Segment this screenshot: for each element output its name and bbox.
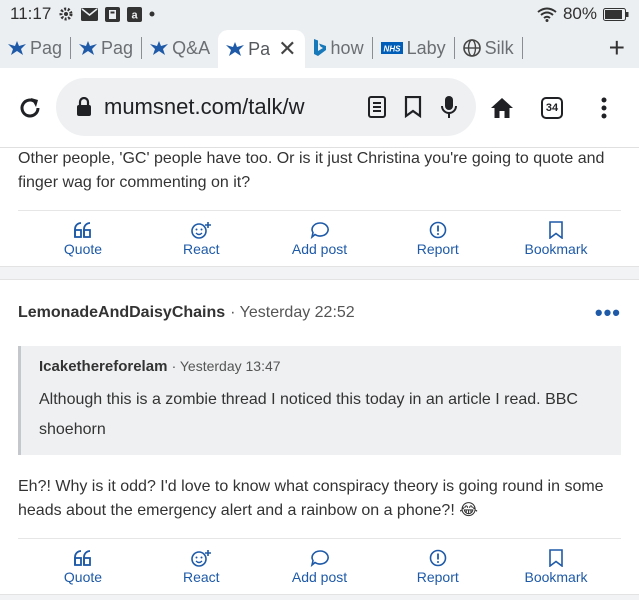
report-button[interactable]: Report	[390, 211, 486, 266]
tab-title: Pag	[30, 37, 63, 58]
app-icon	[105, 6, 121, 22]
post-text: Other people, 'GC' people have too. Or i…	[18, 150, 605, 191]
quote-author: Icakethereforelam	[39, 358, 168, 375]
quote-label: Quote	[63, 241, 103, 257]
tab-switcher-button[interactable]: 34	[530, 86, 574, 130]
mail-icon	[81, 7, 99, 21]
mumsnet-icon	[226, 42, 245, 56]
add-post-label: Add post	[291, 241, 348, 257]
react-label: React	[182, 241, 220, 257]
post-text: Eh?! Why is it odd? I'd love to know wha…	[18, 478, 604, 519]
tab-count: 34	[541, 97, 563, 119]
tab-strip: Pag Pag Q&A Pa ✕ how NHS Laby Silk +	[0, 28, 639, 68]
add-post-label: Add post	[291, 569, 348, 585]
post-author[interactable]: LemonadeAndDaisyChains	[18, 304, 225, 322]
mumsnet-icon	[8, 41, 26, 55]
reader-mode-icon[interactable]	[368, 96, 386, 118]
tab-title: Pag	[101, 37, 134, 58]
add-post-button[interactable]: Add post	[272, 539, 368, 594]
tab-5[interactable]: how	[305, 32, 372, 64]
battery-percent: 80%	[562, 4, 597, 23]
mumsnet-icon	[79, 41, 98, 55]
home-icon[interactable]	[480, 86, 524, 130]
bookmark-button[interactable]: Bookmark	[508, 211, 604, 266]
react-icon	[190, 221, 212, 239]
quote-time: · Yesterday 13:47	[171, 358, 281, 374]
browser-toolbar: mumsnet.com/talk/w 34	[0, 68, 639, 148]
report-label: Report	[416, 241, 459, 257]
amazon-icon: a	[127, 6, 143, 22]
tab-7[interactable]: Silk	[455, 32, 522, 64]
post: LemonadeAndDaisyChains · Yesterday 22:52…	[0, 280, 639, 594]
bookmark-label: Bookmark	[524, 569, 588, 585]
gear-icon	[58, 6, 74, 22]
quote-label: Quote	[63, 569, 103, 585]
react-button[interactable]: React	[153, 211, 249, 266]
tab-title: Silk	[484, 37, 514, 58]
status-bar: 11:17 a 80%	[0, 0, 639, 28]
report-button[interactable]: Report	[390, 539, 486, 594]
post-actions: Quote React Add post Report Bookmark	[18, 210, 621, 266]
quote-button[interactable]: Quote	[35, 211, 131, 266]
new-tab-button[interactable]: +	[595, 32, 639, 64]
quote-button[interactable]: Quote	[35, 539, 131, 594]
quoted-post: Icakethereforelam · Yesterday 13:47 Alth…	[18, 346, 621, 455]
bookmark-button[interactable]: Bookmark	[508, 539, 604, 594]
speech-bubble-icon	[310, 221, 330, 239]
url-text: mumsnet.com/talk/w	[104, 94, 305, 119]
quote-icon	[73, 549, 93, 567]
tab-title: Q&A	[172, 37, 211, 58]
svg-text:NHS: NHS	[383, 45, 401, 54]
tab-6[interactable]: NHS Laby	[373, 32, 454, 64]
tab-title: Pa	[248, 38, 271, 59]
post-actions: Quote React Add post Report Bookmark	[18, 538, 621, 594]
add-post-button[interactable]: Add post	[272, 211, 368, 266]
react-label: React	[182, 569, 220, 585]
post-divider	[0, 594, 639, 600]
speech-bubble-icon	[310, 549, 330, 567]
react-button[interactable]: React	[153, 539, 249, 594]
nhs-icon: NHS	[380, 42, 403, 54]
globe-icon	[462, 39, 481, 57]
more-options-icon[interactable]: •••	[595, 300, 621, 326]
quote-icon	[73, 221, 93, 239]
thread-content: Other people, 'GC' people have too. Or i…	[0, 148, 639, 600]
post: Other people, 'GC' people have too. Or i…	[0, 148, 639, 266]
quote-text: Although this is a zombie thread I notic…	[39, 391, 578, 438]
react-icon	[190, 549, 212, 567]
report-label: Report	[416, 569, 459, 585]
svg-text:a: a	[132, 9, 139, 21]
post-header: LemonadeAndDaisyChains · Yesterday 22:52…	[0, 280, 639, 326]
reload-icon[interactable]	[8, 86, 52, 130]
dot-icon	[149, 11, 155, 17]
lock-icon	[76, 97, 92, 117]
bookmark-page-icon[interactable]	[404, 96, 422, 118]
tab-4-active[interactable]: Pa ✕	[218, 30, 305, 68]
bookmark-label: Bookmark	[524, 241, 588, 257]
tab-title: how	[330, 37, 364, 58]
bookmark-icon	[548, 549, 564, 567]
clock: 11:17	[10, 4, 52, 23]
report-icon	[429, 549, 447, 567]
microphone-icon[interactable]	[440, 95, 458, 119]
post-divider	[0, 266, 639, 280]
tab-title: Laby	[406, 37, 446, 58]
battery-icon	[603, 7, 629, 21]
tab-separator	[521, 37, 523, 59]
tab-2[interactable]: Pag	[71, 32, 141, 64]
bookmark-icon	[548, 221, 564, 239]
tab-1[interactable]: Pag	[0, 32, 70, 64]
report-icon	[429, 221, 447, 239]
close-icon[interactable]: ✕	[278, 36, 296, 62]
mumsnet-icon	[150, 41, 169, 55]
post-time: · Yesterday 22:52	[230, 304, 355, 321]
quote-header: Icakethereforelam · Yesterday 13:47	[39, 358, 603, 375]
tab-3[interactable]: Q&A	[142, 32, 218, 64]
bing-icon	[313, 39, 327, 57]
address-bar[interactable]: mumsnet.com/talk/w	[56, 78, 476, 136]
wifi-icon	[537, 7, 557, 22]
menu-icon[interactable]	[582, 86, 626, 130]
